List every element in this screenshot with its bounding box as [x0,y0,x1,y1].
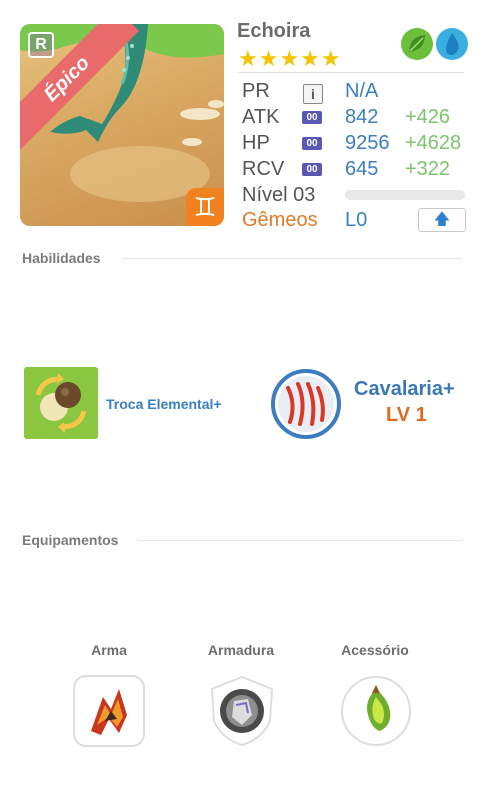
atk-value: 842 [345,106,379,128]
rcv-label: RCV [242,158,285,180]
header-divider [238,72,464,73]
accessory-label: Acessório [341,642,409,658]
hero-portrait[interactable]: Épico R ♊ [20,24,224,226]
element-icons [401,28,468,60]
hp-label: HP [242,132,270,154]
skill-name-cavalry[interactable]: Cavalaria+ [354,378,455,401]
gemini-icon: ♊ [186,188,224,226]
zodiac-sign-label: Gêmeos [242,209,318,231]
hp-value: 9256 [345,132,390,154]
level-progress-bar [345,190,465,200]
rcv-bonus: +322 [405,158,451,180]
upgrade-button[interactable]: 🡅 [418,208,466,232]
leaf-icon [401,28,433,60]
rcv-badge: 00 [302,163,322,176]
weapon-label: Arma [91,642,127,658]
water-drop-icon [436,28,468,60]
arrow-up-icon: 🡅 [433,211,451,228]
hp-bonus: +4628 [405,132,462,154]
rcv-value: 645 [345,158,379,180]
skill-level: LV 1 [386,404,427,426]
equipment-divider [138,540,462,541]
abilities-divider [122,258,462,259]
info-icon[interactable]: i [303,84,323,104]
weapon-slot-icon[interactable] [73,675,145,747]
hero-name: Echoira [237,20,311,42]
hp-badge: 00 [302,137,322,150]
claw-skill-icon[interactable] [270,368,342,440]
rank-badge-icon: R [28,32,54,58]
star-rating: ★★★★★ [238,46,342,71]
skill-name-element-swap[interactable]: Troca Elemental+ [106,396,222,412]
atk-label: ATK [242,106,280,128]
level-label: Nível 03 [242,184,316,206]
element-swap-skill-icon[interactable] [24,367,98,439]
pr-value: N/A [345,80,379,102]
atk-badge: 00 [302,111,322,124]
limit-break-value: L0 [345,209,368,231]
pr-label: PR [242,80,270,102]
armor-slot-icon[interactable] [206,675,278,747]
equipment-title: Equipamentos [22,532,119,548]
armor-label: Armadura [207,642,275,658]
accessory-slot-icon[interactable] [340,675,412,747]
atk-bonus: +426 [405,106,451,128]
abilities-title: Habilidades [22,250,101,266]
